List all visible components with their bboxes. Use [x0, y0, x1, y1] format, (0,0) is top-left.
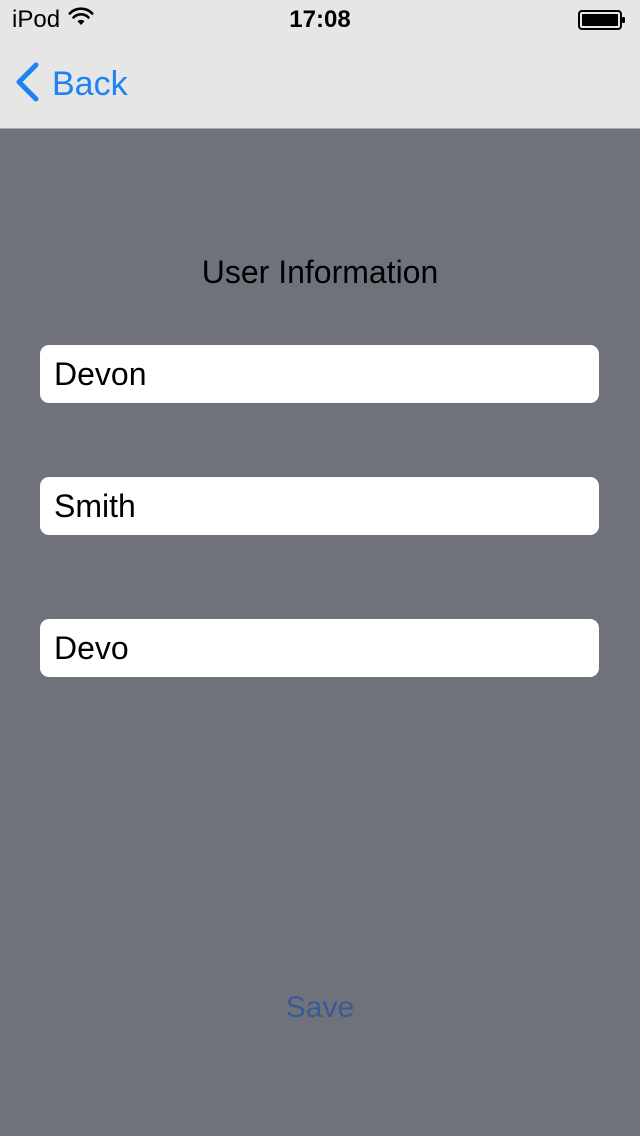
- status-bar: iPod 17:08: [0, 0, 640, 40]
- last-name-field[interactable]: [40, 477, 599, 535]
- status-time: 17:08: [289, 6, 351, 33]
- back-button[interactable]: Back: [14, 60, 128, 108]
- first-name-field[interactable]: [40, 345, 599, 403]
- save-button[interactable]: Save: [220, 984, 420, 1032]
- chevron-left-icon: [14, 62, 40, 107]
- battery-icon: [578, 10, 626, 30]
- navigation-bar: Back: [0, 40, 640, 129]
- page-title: User Information: [201, 254, 439, 290]
- back-label: Back: [52, 65, 128, 103]
- username-field[interactable]: [40, 619, 599, 677]
